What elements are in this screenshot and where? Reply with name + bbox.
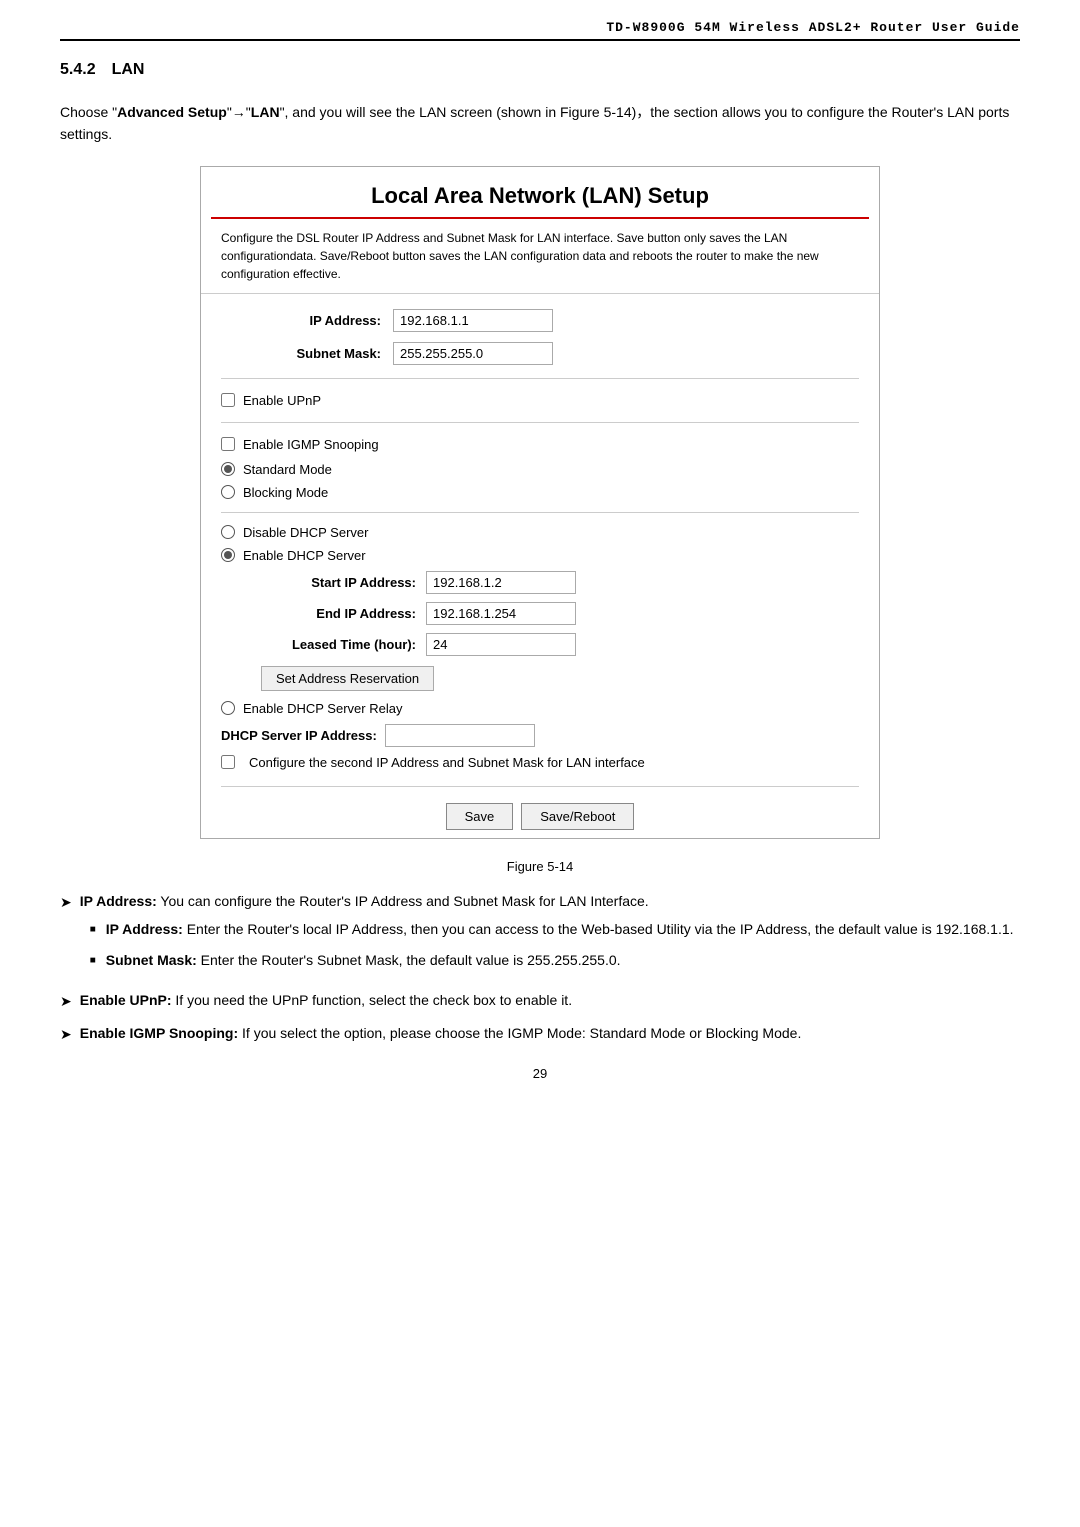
sub-bullet-square-1-2: ■ [90, 953, 96, 969]
section-intro: Choose "Advanced Setup"→"LAN", and you w… [60, 101, 1020, 146]
panel-title: Local Area Network (LAN) Setup [201, 167, 879, 217]
bullet-content-1: IP Address: You can configure the Router… [80, 890, 1020, 979]
bullet-text-1: You can configure the Router's IP Addres… [157, 893, 649, 909]
bullet-arrow-3: ➤ [60, 1023, 72, 1045]
subnet-mask-row: Subnet Mask: [201, 337, 879, 370]
sub-bullet-content-1-2: Subnet Mask: Enter the Router's Subnet M… [106, 949, 621, 971]
enable-igmp-checkbox[interactable] [221, 437, 235, 451]
enable-dhcp-radio[interactable] [221, 548, 235, 562]
enable-igmp-row: Enable IGMP Snooping [201, 431, 879, 458]
bullet-label-1: IP Address: [80, 893, 157, 909]
standard-mode-label: Standard Mode [243, 462, 332, 477]
standard-mode-row: Standard Mode [201, 458, 879, 481]
enable-relay-row: Enable DHCP Server Relay [201, 697, 879, 720]
sub-bullet-item-1-1: ■ IP Address: Enter the Router's local I… [90, 918, 1020, 940]
disable-dhcp-row: Disable DHCP Server [201, 521, 879, 544]
leased-time-row: Leased Time (hour): [201, 629, 879, 660]
ip-address-label: IP Address: [221, 313, 381, 328]
enable-dhcp-row: Enable DHCP Server [201, 544, 879, 567]
panel-description: Configure the DSL Router IP Address and … [201, 219, 879, 294]
bullet-item-1: ➤ IP Address: You can configure the Rout… [60, 890, 1020, 979]
enable-upnp-row: Enable UPnP [201, 387, 879, 414]
leased-time-label: Leased Time (hour): [241, 637, 416, 652]
blocking-mode-label: Blocking Mode [243, 485, 328, 500]
bullet-label-3: Enable IGMP Snooping: [80, 1025, 238, 1041]
sub-bullet-content-1-1: IP Address: Enter the Router's local IP … [106, 918, 1014, 940]
start-ip-label: Start IP Address: [241, 575, 416, 590]
dhcp-server-ip-input[interactable] [385, 724, 535, 747]
page-header: TD-W8900G 54M Wireless ADSL2+ Router Use… [60, 20, 1020, 41]
sub-bullet-item-1-2: ■ Subnet Mask: Enter the Router's Subnet… [90, 949, 1020, 971]
save-reboot-button[interactable]: Save/Reboot [521, 803, 634, 830]
enable-upnp-checkbox[interactable] [221, 393, 235, 407]
bullet-text-3: If you select the option, please choose … [238, 1025, 801, 1041]
second-ip-checkbox[interactable] [221, 755, 235, 769]
divider-1 [221, 378, 859, 379]
divider-2 [221, 422, 859, 423]
bullet-item-3: ➤ Enable IGMP Snooping: If you select th… [60, 1022, 1020, 1045]
lan-setup-panel: Local Area Network (LAN) Setup Configure… [200, 166, 880, 839]
enable-upnp-label: Enable UPnP [243, 393, 321, 408]
end-ip-label: End IP Address: [241, 606, 416, 621]
sub-bullet-list-1: ■ IP Address: Enter the Router's local I… [90, 918, 1020, 971]
bullet-arrow-1: ➤ [60, 891, 72, 913]
bullet-label-2: Enable UPnP: [80, 992, 172, 1008]
enable-igmp-label: Enable IGMP Snooping [243, 437, 379, 452]
divider-3 [221, 512, 859, 513]
disable-dhcp-radio[interactable] [221, 525, 235, 539]
bullet-list: ➤ IP Address: You can configure the Rout… [60, 890, 1020, 1046]
page-number: 29 [60, 1066, 1020, 1081]
sub-bullet-square-1-1: ■ [90, 922, 96, 938]
dhcp-server-ip-label: DHCP Server IP Address: [221, 728, 377, 743]
set-address-reservation-container: Set Address Reservation [201, 660, 879, 697]
save-button[interactable]: Save [446, 803, 514, 830]
blocking-mode-row: Blocking Mode [201, 481, 879, 504]
figure-caption: Figure 5-14 [60, 859, 1020, 874]
end-ip-input[interactable] [426, 602, 576, 625]
start-ip-row: Start IP Address: [201, 567, 879, 598]
enable-relay-radio[interactable] [221, 701, 235, 715]
bullet-text-2: If you need the UPnP function, select th… [172, 992, 573, 1008]
section-number: 5.4.2 [60, 61, 96, 79]
standard-mode-radio[interactable] [221, 462, 235, 476]
bullet-content-3: Enable IGMP Snooping: If you select the … [80, 1022, 1020, 1044]
divider-4 [221, 786, 859, 787]
ip-address-row: IP Address: [201, 304, 879, 337]
leased-time-input[interactable] [426, 633, 576, 656]
second-ip-row: Configure the second IP Address and Subn… [201, 751, 879, 774]
set-address-reservation-button[interactable]: Set Address Reservation [261, 666, 434, 691]
blocking-mode-radio[interactable] [221, 485, 235, 499]
second-ip-label: Configure the second IP Address and Subn… [249, 755, 645, 770]
ip-address-input[interactable] [393, 309, 553, 332]
section-title: LAN [112, 61, 145, 79]
enable-relay-label: Enable DHCP Server Relay [243, 701, 402, 716]
header-title: TD-W8900G 54M Wireless ADSL2+ Router Use… [606, 20, 1020, 35]
dhcp-server-ip-row: DHCP Server IP Address: [201, 720, 879, 751]
subnet-mask-label: Subnet Mask: [221, 346, 381, 361]
subnet-mask-input[interactable] [393, 342, 553, 365]
bullet-arrow-2: ➤ [60, 990, 72, 1012]
save-buttons-row: Save Save/Reboot [201, 795, 879, 838]
bullet-item-2: ➤ Enable UPnP: If you need the UPnP func… [60, 989, 1020, 1012]
end-ip-row: End IP Address: [201, 598, 879, 629]
disable-dhcp-label: Disable DHCP Server [243, 525, 368, 540]
bullet-content-2: Enable UPnP: If you need the UPnP functi… [80, 989, 1020, 1011]
start-ip-input[interactable] [426, 571, 576, 594]
enable-dhcp-label: Enable DHCP Server [243, 548, 366, 563]
